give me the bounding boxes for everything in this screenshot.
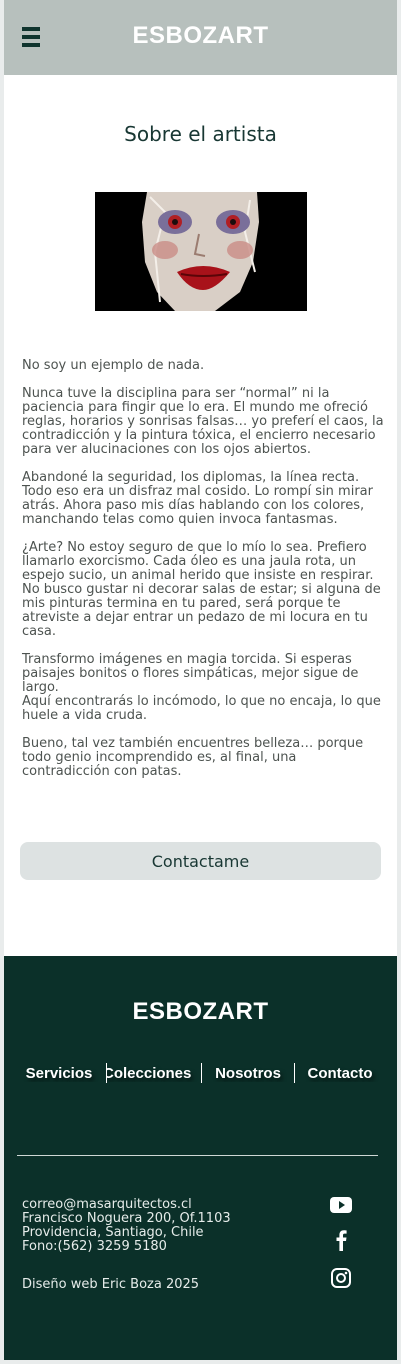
footer-nav-nosotros[interactable]: Nosotros xyxy=(202,1065,294,1082)
contact-email[interactable]: correo@masarquitectos.cl xyxy=(22,1198,262,1212)
site-footer: ESBOZART Servicios Colecciones Nosotros … xyxy=(4,956,397,1360)
instagram-icon[interactable] xyxy=(330,1267,352,1289)
footer-nav-contacto[interactable]: Contacto xyxy=(295,1065,385,1082)
contact-address-line2: Providencia, Santiago, Chile xyxy=(22,1225,204,1240)
bio-paragraph: ¿Arte? No estoy seguro de que lo mío lo … xyxy=(22,540,381,639)
contact-info: correo@masarquitectos.cl Francisco Nogue… xyxy=(22,1198,262,1254)
bio-paragraph: Transformo imágenes en magia torcida. Si… xyxy=(22,652,381,723)
footer-nav-colecciones[interactable]: Colecciones xyxy=(107,1065,201,1082)
contact-address-line1: Francisco Noguera 200, Of.1103 xyxy=(22,1211,231,1226)
contact-phone: Fono:(562) 3259 5180 xyxy=(22,1239,167,1254)
artist-painting-image xyxy=(95,192,307,311)
artist-bio: No soy un ejemplo de nada. Nunca tuve la… xyxy=(22,359,384,793)
youtube-icon[interactable] xyxy=(330,1194,352,1216)
footer-nav-servicios[interactable]: Servicios xyxy=(12,1065,106,1082)
bio-paragraph: Abandoné la seguridad, los diplomas, la … xyxy=(22,470,373,527)
footer-nav: Servicios Colecciones Nosotros Contacto xyxy=(12,1062,392,1084)
page-frame: ESBOZART Sobre el artista No soy un ejem… xyxy=(4,0,397,1360)
bio-paragraph: Bueno, tal vez también encuentres bellez… xyxy=(22,736,364,779)
page-title: Sobre el artista xyxy=(124,122,277,146)
bio-paragraph: No soy un ejemplo de nada. xyxy=(22,358,205,373)
site-header: ESBOZART xyxy=(4,0,397,75)
footer-divider xyxy=(17,1155,378,1156)
bio-paragraph: Nunca tuve la disciplina para ser “norma… xyxy=(22,386,384,457)
footer-brand[interactable]: ESBOZART xyxy=(4,998,397,1026)
header-brand[interactable]: ESBOZART xyxy=(4,22,397,50)
facebook-icon[interactable] xyxy=(330,1229,352,1251)
design-credit: Diseño web Eric Boza 2025 xyxy=(22,1277,200,1292)
contact-button[interactable]: Contactame xyxy=(20,842,381,880)
